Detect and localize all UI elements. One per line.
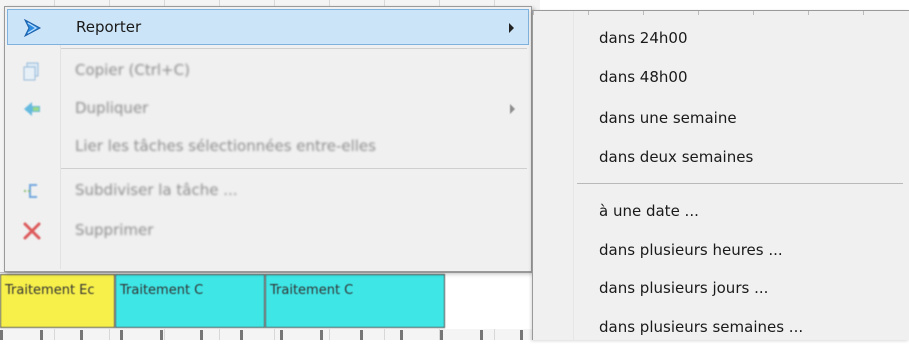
submenu-item-label: dans plusieurs jours ... bbox=[599, 279, 769, 297]
submenu-arrow-icon bbox=[509, 23, 514, 33]
menu-item-lier-taches[interactable]: Lier les tâches sélectionnées entre-elle… bbox=[7, 129, 529, 165]
delete-x-icon bbox=[21, 220, 43, 242]
submenu-item-deux-semaines[interactable]: dans deux semaines bbox=[535, 138, 905, 176]
submenu-item-a-une-date[interactable]: à une date ... bbox=[535, 192, 905, 230]
submenu-top-edge bbox=[533, 11, 909, 15]
split-icon bbox=[21, 180, 43, 202]
copy-icon bbox=[21, 60, 43, 82]
menu-separator bbox=[61, 48, 527, 49]
gantt-task-label: Traitement Ec bbox=[5, 283, 95, 298]
gantt-task-label: Traitement C bbox=[270, 283, 354, 298]
menu-item-subdiviser[interactable]: Subdiviser la tâche ... bbox=[7, 173, 529, 209]
context-menu: Reporter Copier (Ctrl+C) Dupliquer Lier … bbox=[4, 6, 532, 272]
menu-item-label: Reporter bbox=[76, 18, 142, 36]
menu-item-supprimer[interactable]: Supprimer bbox=[7, 213, 529, 249]
submenu-item-label: dans une semaine bbox=[599, 109, 737, 127]
submenu-item-plusieurs-jours[interactable]: dans plusieurs jours ... bbox=[535, 269, 905, 307]
submenu-separator bbox=[577, 183, 903, 184]
submenu-item-une-semaine[interactable]: dans une semaine bbox=[535, 99, 905, 137]
submenu-item-48h[interactable]: dans 48h00 bbox=[535, 58, 905, 96]
menu-item-copier[interactable]: Copier (Ctrl+C) bbox=[7, 53, 529, 89]
menu-item-label: Lier les tâches sélectionnées entre-elle… bbox=[75, 137, 376, 155]
submenu-item-label: à une date ... bbox=[599, 202, 699, 220]
submenu-item-24h[interactable]: dans 24h00 bbox=[535, 19, 905, 57]
duplicate-icon bbox=[21, 98, 43, 120]
submenu-item-label: dans plusieurs semaines ... bbox=[599, 318, 804, 336]
menu-item-label: Supprimer bbox=[75, 221, 154, 239]
menu-item-label: Copier (Ctrl+C) bbox=[75, 61, 190, 79]
menu-item-dupliquer[interactable]: Dupliquer bbox=[7, 91, 529, 127]
timeline-ticks bbox=[0, 330, 540, 340]
submenu-item-label: dans deux semaines bbox=[599, 148, 754, 166]
menu-item-reporter[interactable]: Reporter bbox=[7, 9, 529, 45]
submenu-item-label: dans plusieurs heures ... bbox=[599, 241, 783, 259]
menu-item-label: Dupliquer bbox=[75, 99, 149, 117]
gantt-task-bar[interactable]: Traitement Ec bbox=[0, 274, 115, 328]
reporter-submenu: dans 24h00 dans 48h00 dans une semaine d… bbox=[532, 10, 909, 340]
forward-arrow-icon bbox=[22, 17, 44, 39]
menu-separator bbox=[61, 168, 527, 169]
submenu-item-label: dans 48h00 bbox=[599, 68, 688, 86]
submenu-item-label: dans 24h00 bbox=[599, 29, 688, 47]
gantt-task-label: Traitement C bbox=[120, 283, 204, 298]
submenu-arrow-icon bbox=[510, 104, 515, 114]
menu-item-label: Subdiviser la tâche ... bbox=[75, 181, 238, 199]
gantt-task-bar[interactable]: Traitement C bbox=[115, 274, 265, 328]
submenu-item-plusieurs-heures[interactable]: dans plusieurs heures ... bbox=[535, 231, 905, 269]
gantt-task-bar[interactable]: Traitement C bbox=[265, 274, 445, 328]
submenu-item-plusieurs-semaines[interactable]: dans plusieurs semaines ... bbox=[535, 308, 905, 346]
